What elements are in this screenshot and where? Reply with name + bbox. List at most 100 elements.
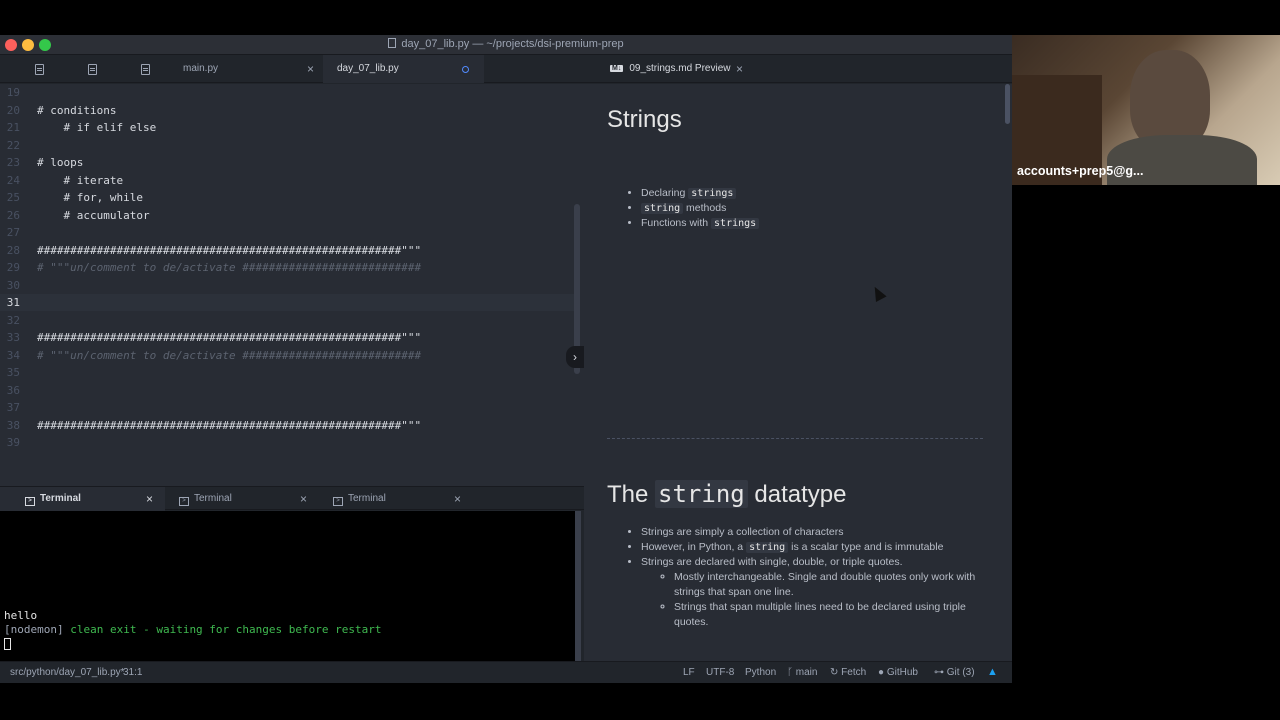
line-text: ########################################… — [37, 418, 422, 432]
terminal-scrollbar[interactable] — [575, 511, 581, 661]
preview-heading: Strings — [607, 106, 682, 133]
line-text: # for, while — [37, 191, 143, 204]
close-tab-icon[interactable]: × — [307, 62, 314, 76]
terminal-icon: > — [179, 497, 189, 506]
list-item: Declaring strings — [641, 186, 759, 201]
line-number: 20 — [6, 103, 20, 117]
sync-icon: ↻ — [830, 667, 842, 678]
terminal-cursor — [4, 638, 11, 650]
tab-file-1[interactable] — [0, 55, 52, 83]
git-branch[interactable]: ᚴ main — [787, 667, 817, 678]
code-line: 24 # iterate — [0, 172, 574, 189]
line-number: 36 — [6, 383, 20, 397]
inline-code: string — [655, 480, 748, 508]
line-number: 31 — [6, 296, 20, 309]
code-line: 22 — [0, 137, 574, 154]
list-item-text: Functions with — [641, 217, 712, 229]
terminal-icon: > — [25, 497, 35, 506]
line-text: # loops — [37, 156, 84, 169]
git-button[interactable]: ⊶ Git (3) — [934, 667, 975, 678]
code-line: 21 # if elif else — [0, 119, 574, 136]
heading-text: datatype — [747, 481, 847, 508]
fetch-label: Fetch — [841, 667, 867, 678]
list-item-text: is a scalar type and is immutable — [788, 541, 944, 553]
code-line: 25 # for, while — [0, 189, 574, 206]
code-line: 27 — [0, 224, 574, 241]
line-text: # """un/comment to de/activate #########… — [37, 348, 422, 362]
line-text: ########################################… — [37, 243, 422, 257]
inline-code: string — [641, 203, 684, 214]
branch-icon: ᚴ — [787, 667, 796, 678]
code-line: 26 # accumulator — [0, 207, 574, 224]
preview-scrollbar[interactable] — [1005, 84, 1010, 124]
github-button[interactable]: ● GitHub — [878, 667, 918, 678]
close-tab-icon[interactable]: × — [736, 62, 743, 76]
list-item-text: However, in Python, a — [641, 541, 747, 553]
code-editor[interactable]: 19 20 # conditions 21 # if elif else 22 2… — [0, 84, 584, 486]
code-line: 20 # conditions — [0, 102, 574, 119]
terminal-panel[interactable]: hello [nodemon] clean exit - waiting for… — [0, 511, 578, 661]
list-item: Strings that span multiple lines need to… — [674, 600, 994, 630]
close-tab-icon[interactable]: × — [454, 492, 461, 506]
list-item-text: methods — [683, 202, 727, 214]
list-item: Mostly interchangeable. Single and doubl… — [674, 570, 994, 600]
line-text: # iterate — [37, 173, 124, 187]
bird-icon[interactable]: ▲ — [987, 666, 998, 678]
line-number: 24 — [6, 173, 20, 187]
editor-tab-bar: main.py × day_07_lib.py — [0, 55, 584, 83]
close-tab-icon[interactable]: × — [146, 492, 153, 506]
tab-label: day_07_lib.py — [337, 63, 399, 74]
tab-terminal-2[interactable]: > Terminal × — [154, 487, 319, 511]
nodemon-tag: [nodemon] — [4, 623, 64, 636]
git-label: Git (3) — [946, 667, 975, 678]
line-number: 19 — [6, 86, 20, 99]
code-line: 29 # """un/comment to de/activate #######… — [0, 259, 574, 276]
title-bar: day_07_lib.py — ~/projects/dsi-premium-p… — [0, 35, 1012, 55]
inline-code: string — [746, 542, 789, 553]
tab-terminal-3[interactable]: > Terminal × — [308, 487, 473, 511]
file-icon — [88, 64, 97, 75]
grammar[interactable]: Python — [745, 667, 776, 678]
line-number: 25 — [6, 191, 20, 204]
tab-main-py[interactable]: main.py × — [158, 55, 323, 83]
list-item: Strings are simply a collection of chara… — [641, 525, 981, 540]
preview-heading: The string datatype — [607, 480, 846, 509]
code-line: 39 — [0, 434, 574, 451]
tab-strings-preview[interactable]: M↓ 09_strings.md Preview × — [602, 55, 752, 83]
preview-list: Strings are simply a collection of chara… — [641, 525, 981, 570]
document-icon — [388, 38, 397, 48]
window-title: day_07_lib.py — ~/projects/dsi-premium-p… — [0, 38, 1012, 50]
branch-name: main — [795, 667, 818, 678]
heading-text: The — [607, 481, 656, 508]
close-tab-icon[interactable]: × — [300, 492, 307, 506]
line-number: 23 — [6, 156, 20, 169]
tab-label: Terminal — [40, 493, 81, 504]
tab-terminal-1[interactable]: > Terminal × — [0, 487, 165, 511]
tab-file-2[interactable] — [52, 55, 104, 83]
preview-sublist: Mostly interchangeable. Single and doubl… — [674, 570, 994, 630]
tab-file-3[interactable] — [104, 55, 158, 83]
tab-day-07-lib-py[interactable]: day_07_lib.py — [323, 55, 484, 83]
code-line: 38 ######################################… — [0, 417, 574, 434]
nodemon-message: clean exit - waiting for changes before … — [63, 623, 382, 636]
encoding[interactable]: UTF-8 — [706, 667, 734, 678]
line-number: 39 — [6, 436, 20, 449]
webcam-video — [1012, 35, 1280, 185]
chevron-right-icon[interactable]: › — [566, 346, 584, 368]
preview-list: Declaring strings string methods Functio… — [641, 186, 760, 231]
code-line: 34 # """un/comment to de/activate #######… — [0, 347, 574, 364]
code-line: 35 — [0, 364, 574, 381]
terminal-icon: > — [333, 497, 343, 506]
code-line: 28 ######################################… — [0, 242, 574, 259]
modified-indicator-icon[interactable] — [462, 66, 469, 73]
line-number: 21 — [6, 121, 20, 134]
list-item: Functions with strings — [641, 216, 760, 231]
line-number: 33 — [6, 331, 20, 344]
file-path[interactable]: src/python/day_07_lib.py* — [10, 667, 125, 678]
fetch-button[interactable]: ↻ Fetch — [830, 667, 866, 678]
code-line: 33 ######################################… — [0, 329, 574, 346]
cursor-position[interactable]: 31:1 — [123, 667, 142, 678]
webcam-participant-label: accounts+prep5@g... — [1017, 164, 1144, 178]
line-ending[interactable]: LF — [683, 667, 695, 678]
markdown-preview[interactable]: Strings Declaring strings string methods… — [584, 84, 1012, 661]
